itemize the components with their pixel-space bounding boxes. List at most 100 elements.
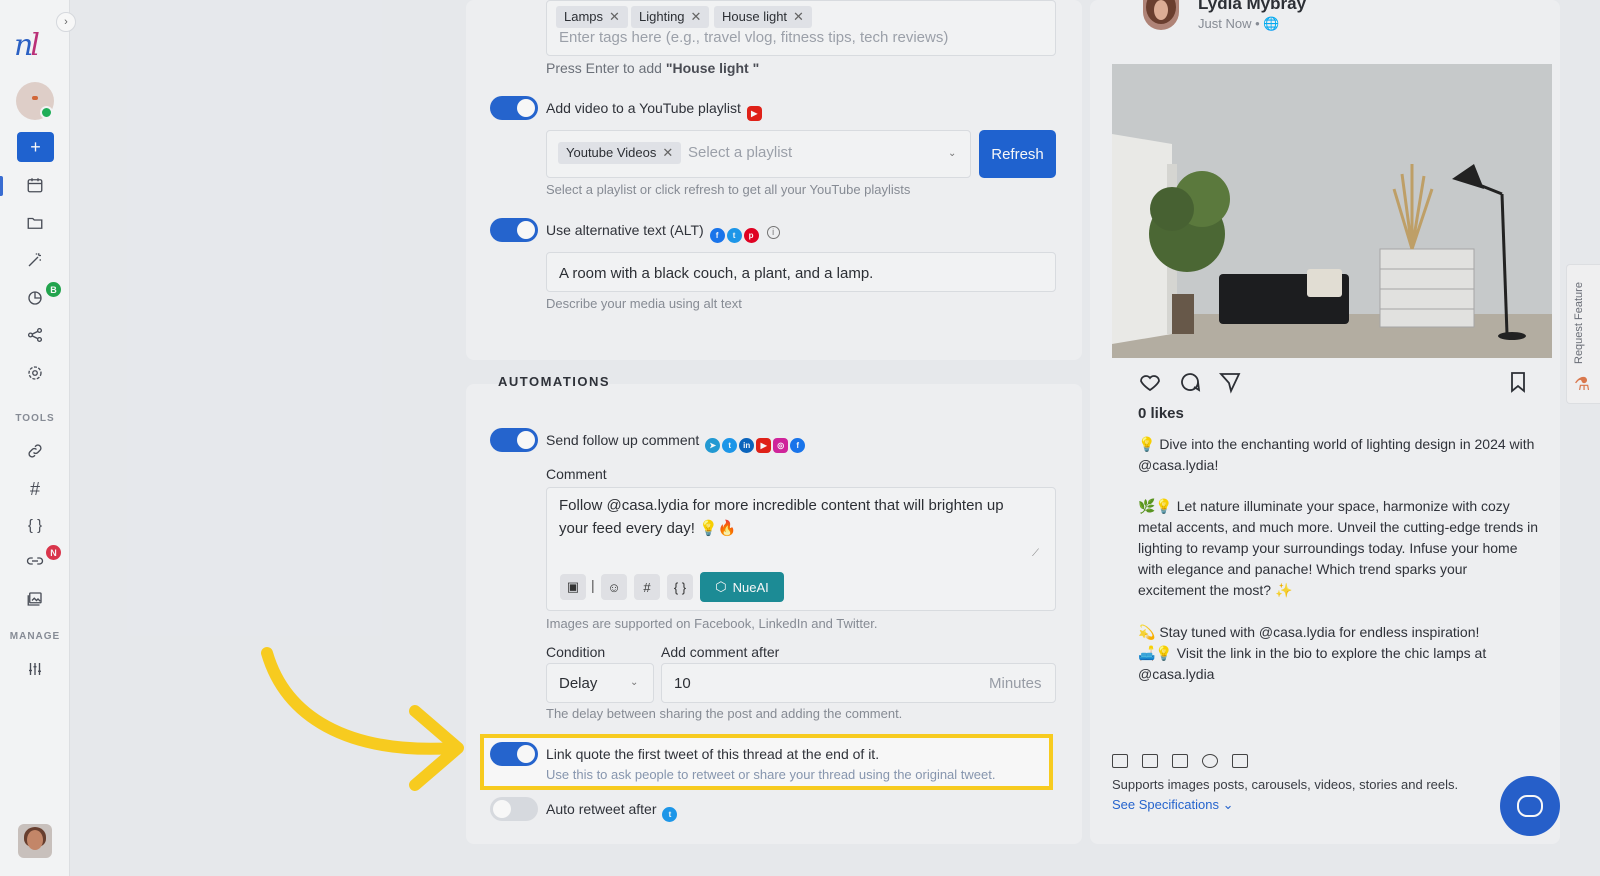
delay-hint: The delay between sharing the post and a… — [546, 706, 903, 721]
chat-support-button[interactable] — [1500, 776, 1560, 836]
see-specifications-link[interactable]: See Specifications ⌄ — [1112, 797, 1233, 813]
workspace-avatar[interactable] — [16, 82, 54, 120]
emoji-icon[interactable]: ☺ — [601, 574, 627, 600]
preview-account-name: Lydia Mybray — [1198, 0, 1307, 13]
preview-post-image — [1112, 64, 1552, 358]
nueai-button[interactable]: ⬡ NueAI — [700, 572, 784, 602]
alt-text-value: A room with a black couch, a plant, and … — [559, 265, 874, 282]
link-quote-label: Link quote the first tweet of this threa… — [546, 746, 880, 762]
manage-section-label: MANAGE — [9, 631, 61, 642]
info-icon[interactable]: i — [766, 226, 780, 239]
magic-wand-icon[interactable] — [24, 249, 46, 271]
remove-tag-icon[interactable]: ✕ — [793, 9, 804, 24]
collapse-sidebar-button[interactable]: › — [56, 12, 76, 32]
link-quote-toggle[interactable] — [490, 742, 538, 766]
hashtag-icon[interactable]: # — [634, 574, 660, 600]
preview-caption-p3: 💫 Stay tuned with @casa.lydia for endles… — [1138, 624, 1480, 640]
sidebar: › nl + B TOOLS # { } N MANAGE — [0, 0, 76, 876]
carousel-icon — [1142, 754, 1158, 768]
playlist-placeholder: Select a playlist — [688, 144, 793, 161]
annotation-arrow-icon — [261, 647, 464, 791]
alt-text-toggle[interactable] — [490, 218, 538, 242]
flask-icon: ⚗ — [1574, 374, 1591, 394]
request-feature-label: Request Feature — [1573, 282, 1585, 364]
logo-letter-n: n — [14, 28, 33, 63]
share-icon[interactable] — [24, 324, 46, 346]
refresh-button[interactable]: Refresh — [979, 130, 1056, 178]
tag-chip[interactable]: House light ✕ — [714, 6, 812, 28]
images-hint: Images are supported on Facebook, Linked… — [546, 616, 878, 631]
preview-timestamp: Just Now • 🌐 — [1198, 16, 1280, 31]
bookmark-icon[interactable] — [1506, 370, 1530, 399]
heart-icon[interactable] — [1138, 370, 1162, 399]
links-badge: N — [46, 545, 61, 560]
alt-text-label: Use alternative text (ALT) ftpi — [546, 222, 780, 243]
auto-retweet-toggle[interactable] — [490, 797, 538, 821]
tags-placeholder: Enter tags here (e.g., travel vlog, fitn… — [559, 29, 949, 46]
pinterest-icon: p — [743, 228, 759, 243]
curly-braces-icon[interactable]: { } — [24, 514, 46, 536]
twitter-icon: t — [722, 438, 738, 453]
telegram-icon: ➤ — [705, 438, 721, 453]
preview-caption-p1: 💡 Dive into the enchanting world of ligh… — [1138, 436, 1535, 473]
video-icon — [1172, 754, 1188, 768]
link-icon[interactable] — [24, 440, 46, 462]
curly-braces-icon[interactable]: { } — [667, 574, 693, 600]
cube-icon: ⬡ — [715, 579, 727, 594]
remove-tag-icon[interactable]: ✕ — [691, 9, 702, 24]
preview-caption-p2: 🌿💡 Let nature illuminate your space, har… — [1138, 498, 1538, 598]
alt-text-hint: Describe your media using alt text — [546, 296, 742, 311]
sliders-icon[interactable] — [24, 658, 46, 680]
condition-value: Delay — [559, 675, 598, 692]
comment-line-1: Follow @casa.lydia for more incredible c… — [559, 497, 1004, 514]
resize-handle-icon[interactable]: ⟋ — [1032, 548, 1039, 559]
auto-retweet-label-text: Auto retweet after — [546, 801, 657, 817]
comment-after-value: 10 — [674, 675, 691, 692]
link-quote-hint: Use this to ask people to retweet or sha… — [546, 767, 996, 782]
media-library-icon[interactable] — [24, 588, 46, 610]
automations-title: AUTOMATIONS — [498, 374, 611, 389]
follow-up-comment-toggle[interactable] — [490, 428, 538, 452]
folder-icon[interactable] — [24, 212, 46, 234]
follow-up-comment-label-text: Send follow up comment — [546, 432, 700, 448]
user-avatar[interactable] — [18, 824, 52, 858]
youtube-icon: ▶ — [756, 438, 772, 453]
media-type-icons — [1112, 754, 1248, 768]
hashtag-icon[interactable]: # — [24, 478, 46, 500]
tag-chip-label: Lamps — [564, 9, 604, 24]
playlist-hint: Select a playlist or click refresh to ge… — [546, 182, 911, 197]
comment-label: Comment — [546, 466, 607, 482]
create-post-button[interactable]: + — [17, 132, 54, 162]
send-icon[interactable] — [1218, 370, 1242, 399]
preview-caption-p4: 🛋️💡 Visit the link in the bio to explore… — [1138, 645, 1487, 682]
youtube-playlist-toggle[interactable] — [490, 96, 538, 120]
analytics-icon[interactable] — [24, 287, 46, 309]
tag-chip[interactable]: Lamps ✕ — [556, 6, 628, 28]
toolbar-divider: | — [591, 577, 595, 593]
follow-up-comment-label: Send follow up comment ➤ t in ▶ ◎ f — [546, 432, 806, 453]
chevron-down-icon[interactable]: ⌄ — [630, 677, 638, 688]
comment-icon[interactable] — [1178, 370, 1202, 399]
tags-hint-value: "House light " — [665, 60, 760, 76]
app-logo[interactable]: nl — [14, 28, 40, 63]
youtube-playlist-label: Add video to a YouTube playlist ▶ — [546, 100, 762, 121]
playlist-chip[interactable]: Youtube Videos ✕ — [558, 142, 682, 164]
youtube-icon: ▶ — [746, 106, 762, 121]
calendar-icon[interactable] — [24, 174, 46, 196]
image-icon[interactable]: ▣ — [560, 574, 586, 600]
chevron-down-icon[interactable]: ⌄ — [948, 148, 956, 159]
tag-chip[interactable]: Lighting ✕ — [631, 6, 710, 28]
settings-gear-icon[interactable] — [24, 362, 46, 384]
supports-text: Supports images posts, carousels, videos… — [1112, 777, 1459, 792]
alt-text-label-text: Use alternative text (ALT) — [546, 222, 704, 238]
remove-playlist-icon[interactable]: ✕ — [662, 145, 673, 160]
comment-text: Follow @casa.lydia for more incredible c… — [559, 494, 1004, 540]
short-link-icon[interactable] — [24, 550, 46, 572]
tags-hint-text: Press Enter to add — [546, 60, 666, 76]
facebook-icon: f — [790, 438, 806, 453]
twitter-icon: t — [662, 807, 678, 822]
comment-after-label: Add comment after — [661, 644, 780, 660]
remove-tag-icon[interactable]: ✕ — [609, 9, 620, 24]
tag-chip-label: House light — [722, 9, 788, 24]
analytics-badge: B — [46, 282, 61, 297]
